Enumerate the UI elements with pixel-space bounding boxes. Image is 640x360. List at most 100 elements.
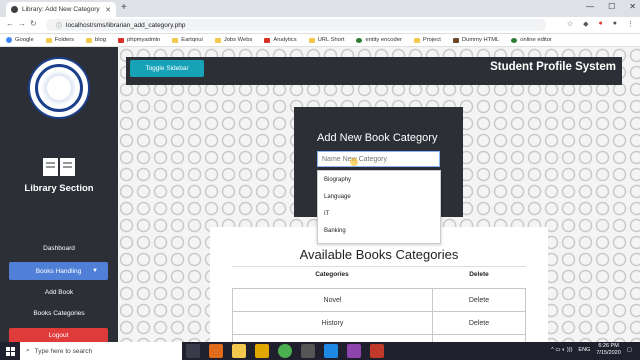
bookmark-item[interactable]: Analytics [264,37,297,43]
caret-down-icon: ▼ [92,268,98,274]
autocomplete-option[interactable]: IT [318,205,440,222]
form-title: Add New Book Category [317,132,438,144]
sidebar-item-logout[interactable]: Logout [9,328,108,342]
info-icon[interactable]: ⓘ [56,21,62,30]
autocomplete-option[interactable]: Language [318,188,440,205]
bookmark-item[interactable]: Folders [45,37,74,43]
sidebar-item-add-book[interactable]: Add Book [9,289,109,296]
browser-tab[interactable]: Library: Add New Category ✕ [6,2,116,17]
sidebar: Library Section Dashboard Books Handling… [0,47,118,342]
sidebar-item-books-handling[interactable]: Books Handling ▼ [9,262,108,280]
star-icon[interactable]: ☆ [567,20,573,28]
app-icon[interactable] [370,344,384,358]
taskbar-apps [186,344,384,358]
extension-red-icon[interactable]: ● [599,20,603,28]
bookmark-item[interactable]: Google [6,37,34,43]
bookmark-item[interactable]: Eartqnui [172,37,203,43]
code-icon [511,37,518,43]
taskbar-search[interactable]: ⌕ Type here to search [20,342,182,360]
search-icon: ⌕ [26,347,30,354]
tray-icons[interactable]: ^ ▭ ◐ ))) [551,347,572,353]
minimize-icon[interactable]: — [586,2,594,11]
top-navbar: Toggle Sidebar Student Profile System [126,57,622,85]
bookmark-item[interactable]: URL Short [308,37,344,43]
main-content: Toggle Sidebar Student Profile System Ad… [118,47,640,342]
clock[interactable]: 6:26 PM 7/15/2020 [596,343,620,357]
autocomplete-dropdown: Biography Language IT Banking [317,170,441,244]
maximize-icon[interactable]: ☐ [608,2,615,11]
bookmark-item[interactable]: Dummy HTML [452,37,499,43]
extension-icon[interactable]: ◆ [583,20,588,28]
address-icons: ☆ ◆ ● ● ⋮ [567,20,634,28]
header-categories: Categories [315,271,349,278]
app-icon[interactable] [347,344,361,358]
table-row: Novel Delete [232,288,526,312]
university-logo [28,57,90,119]
url-text: localhost/sms/librarian_add_category.php [66,21,186,29]
task-view-icon[interactable] [186,344,200,358]
address-bar[interactable]: ⓘ localhost/sms/librarian_add_category.p… [46,19,546,31]
notification-icon[interactable]: ▢ [627,347,632,353]
folder-icon [172,37,179,43]
google-icon [6,37,12,43]
header-delete: Delete [469,271,489,278]
page-icon [452,37,459,43]
sidebar-item-dashboard[interactable]: Dashboard [9,245,109,252]
analytics-icon [264,37,271,43]
folder-icon [86,37,93,43]
app-icon[interactable] [209,344,223,358]
book-icon [43,158,75,176]
toggle-sidebar-button[interactable]: Toggle Sidebar [130,60,204,77]
category-name-input[interactable] [317,151,440,167]
windows-start-icon[interactable] [0,342,20,360]
app-icon[interactable] [255,344,269,358]
search-placeholder: Type here to search [34,347,93,355]
sidebar-title: Library Section [24,183,94,194]
mouse-cursor-highlight [350,158,358,166]
autocomplete-option[interactable]: Banking [318,222,440,239]
system-title: Student Profile System [490,61,616,73]
table-row: History Delete [232,311,526,335]
favicon-icon [11,6,18,13]
category-cell: Novel [233,289,433,311]
bookmark-item[interactable]: entity encoder [356,37,402,43]
tab-title: Library: Add New Category [22,6,100,13]
category-cell: History [233,312,433,334]
phpmyadmin-icon [118,37,125,43]
forward-icon[interactable]: → [18,19,26,28]
divider [232,266,526,267]
bookmark-item[interactable]: Project [413,37,441,43]
delete-link[interactable]: Delete [433,312,525,334]
bookmark-item[interactable]: online editor [511,37,552,43]
chrome-icon[interactable] [278,344,292,358]
new-tab-icon[interactable]: + [121,2,127,13]
categories-card: Available Books Categories Categories De… [210,227,548,342]
app-icon[interactable] [301,344,315,358]
sidebar-item-label: Books Handling [35,267,82,275]
language-indicator[interactable]: ENG [578,347,590,353]
delete-link[interactable]: Delete [433,289,525,311]
browser-tabbar: Library: Add New Category ✕ + — ☐ ✕ [0,0,640,17]
categories-title: Available Books Categories [299,247,459,262]
category-cell [233,335,433,342]
close-window-icon[interactable]: ✕ [629,2,636,11]
table-row [232,334,526,342]
table-header: Categories Delete [232,271,526,285]
reload-icon[interactable]: ↻ [30,19,37,28]
app-icon[interactable] [324,344,338,358]
menu-icon[interactable]: ⋮ [627,20,634,28]
file-explorer-icon[interactable] [232,344,246,358]
folder-icon [214,37,221,43]
back-icon[interactable]: ← [6,19,14,28]
sidebar-item-books-categories[interactable]: Books Categories [9,310,109,317]
bookmark-item[interactable]: Jobs Webs [214,37,252,43]
taskbar: ⌕ Type here to search ^ ▭ ◐ ))) ENG 6:26… [0,342,640,360]
folder-icon [45,37,52,43]
profile-icon[interactable]: ● [613,20,617,28]
system-tray: ^ ▭ ◐ ))) ENG 6:26 PM 7/15/2020 ▢ [551,343,632,357]
bookmark-item[interactable]: phpmyadmin [118,37,160,43]
bookmark-item[interactable]: blog [86,37,106,43]
close-tab-icon[interactable]: ✕ [105,6,111,14]
globe-icon [356,37,363,43]
autocomplete-option[interactable]: Biography [318,171,440,188]
